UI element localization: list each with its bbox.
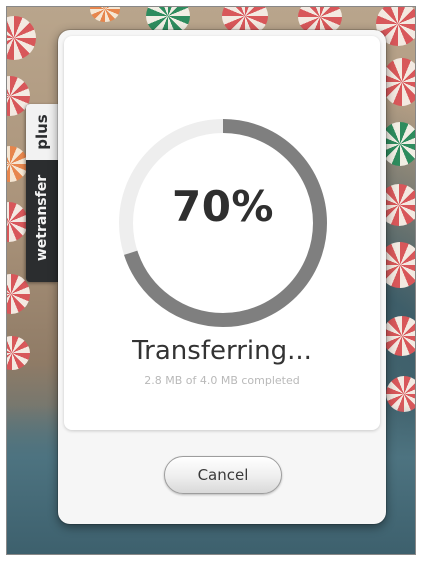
plus-badge-label: plus [33,114,51,150]
transfer-detail: 2.8 MB of 4.0 MB completed [144,374,300,387]
progress-percent: 70% [171,182,275,231]
transfer-dialog: 70% Transferring... 2.8 MB of 4.0 MB com… [58,30,386,524]
plus-badge: plus [26,104,58,160]
wetransfer-plus-tab[interactable]: plus wetransfer [26,104,58,282]
transfer-progress-panel: 70% Transferring... 2.8 MB of 4.0 MB com… [64,36,380,430]
transfer-status: Transferring... [132,336,312,366]
wetransfer-logo: wetransfer [34,174,50,262]
cancel-button[interactable]: Cancel [164,456,282,494]
